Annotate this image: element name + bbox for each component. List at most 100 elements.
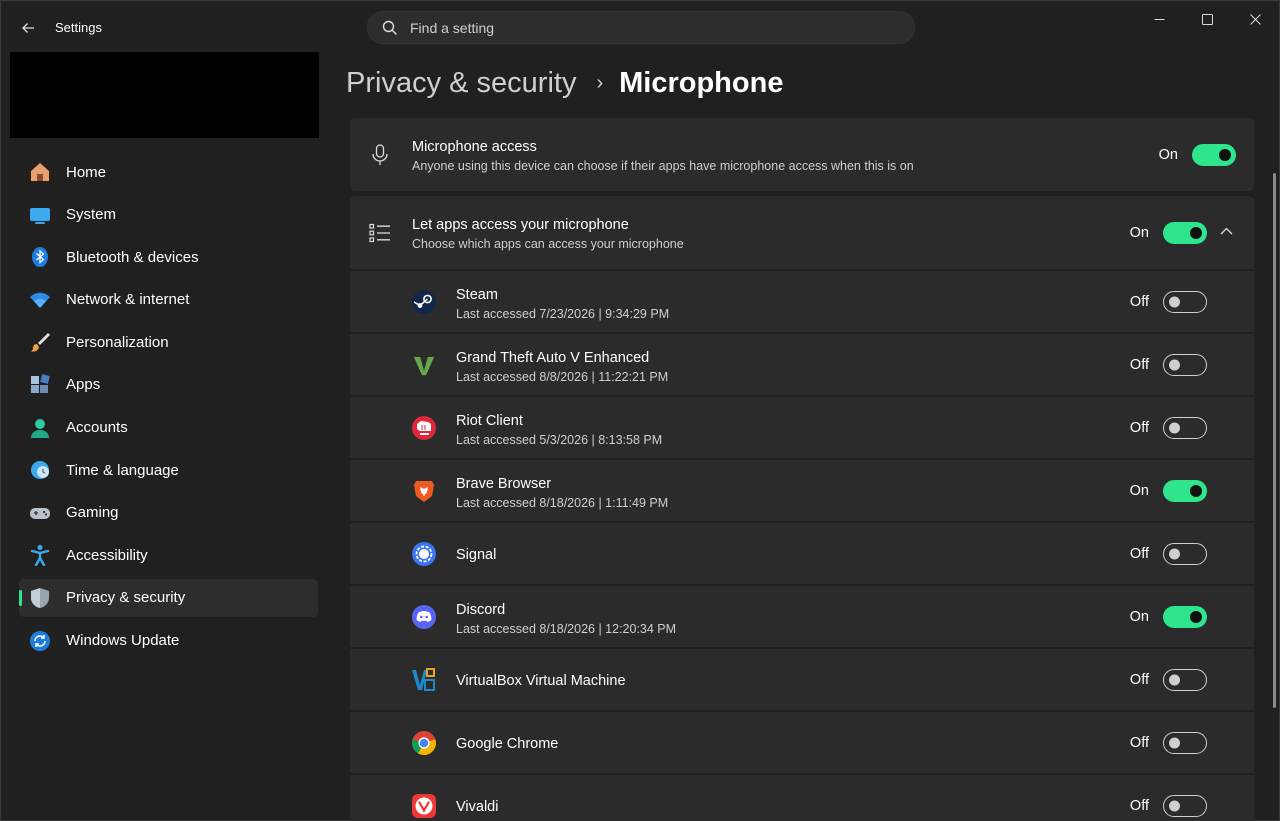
toggle-state-label: On (1158, 147, 1178, 163)
app-row-brave-browser: Brave Browser Last accessed 8/18/2026 | … (350, 460, 1254, 521)
app-row-steam: Steam Last accessed 7/23/2026 | 9:34:29 … (350, 271, 1254, 332)
gta-v-microphone-toggle[interactable] (1163, 354, 1207, 376)
toggle-knob (1169, 296, 1180, 308)
app-last-accessed: Last accessed 8/8/2026 | 11:22:21 PM (456, 370, 669, 384)
time-language-icon (29, 459, 51, 481)
sidebar-item-label: Gaming (66, 504, 119, 522)
app-row-virtualbox: VirtualBox Virtual Machine Off (350, 649, 1254, 710)
search-input[interactable] (410, 19, 890, 36)
gta-v-icon (411, 352, 437, 378)
sidebar-item-windows-update[interactable]: Windows Update (19, 622, 318, 660)
breadcrumb-parent-link[interactable]: Privacy & security (346, 67, 576, 100)
account-profile-card[interactable] (10, 52, 319, 138)
app-row-vivaldi: Vivaldi Off (350, 775, 1254, 821)
sidebar-item-system[interactable]: System (19, 196, 318, 234)
sidebar-item-privacy-security[interactable]: Privacy & security (19, 578, 318, 617)
app-row-gta-v: Grand Theft Auto V Enhanced Last accesse… (350, 334, 1254, 395)
search-box[interactable] (367, 11, 915, 44)
back-arrow-icon (22, 23, 34, 33)
sidebar-item-label: Time & language (66, 461, 179, 479)
microphone-access-title: Microphone access (412, 139, 537, 155)
app-list-icon (368, 221, 392, 245)
sidebar-item-label: System (66, 206, 117, 224)
sidebar-item-bluetooth[interactable]: Bluetooth & devices (19, 238, 318, 276)
riot-client-microphone-toggle[interactable] (1163, 417, 1207, 439)
toggle-state-label: On (1129, 225, 1149, 241)
toggle-state-label: Off (1129, 420, 1149, 436)
personalization-icon (29, 331, 51, 353)
signal-icon (411, 541, 437, 567)
minimize-button[interactable] (1135, 1, 1183, 37)
sidebar-item-accessibility[interactable]: Accessibility (19, 536, 318, 574)
sidebar-item-apps[interactable]: Apps (19, 366, 318, 404)
collapse-chevron-up-icon[interactable] (1216, 221, 1236, 241)
app-name: VirtualBox Virtual Machine (456, 673, 626, 689)
toggle-knob (1190, 485, 1202, 497)
apps-icon (29, 374, 51, 396)
toggle-knob (1169, 422, 1180, 434)
let-apps-access-card[interactable]: Let apps access your microphone Choose w… (350, 196, 1254, 269)
google-chrome-microphone-toggle[interactable] (1163, 732, 1207, 754)
microphone-access-card: Microphone access Anyone using this devi… (350, 118, 1254, 191)
chrome-icon (411, 730, 437, 756)
app-toggle-group: On (1129, 480, 1207, 502)
app-name: Riot Client (456, 413, 523, 429)
sidebar-item-gaming[interactable]: Gaming (19, 494, 318, 532)
toggle-knob (1190, 227, 1202, 239)
content-scrollbar[interactable] (1273, 173, 1276, 708)
microphone-access-description: Anyone using this device can choose if t… (412, 159, 914, 173)
steam-microphone-toggle[interactable] (1163, 291, 1207, 313)
virtualbox-microphone-toggle[interactable] (1163, 669, 1207, 691)
sidebar-item-label: Network & internet (66, 291, 190, 309)
app-name: Vivaldi (456, 799, 499, 815)
breadcrumb-chevron-icon: › (596, 71, 604, 94)
sidebar-item-personalization[interactable]: Personalization (19, 323, 318, 361)
sidebar-item-label: Privacy & security (66, 589, 186, 607)
app-row-google-chrome: Google Chrome Off (350, 712, 1254, 773)
sidebar-nav: Home System Bluetooth & devices Network … (19, 153, 318, 664)
app-toggle-group: Off (1129, 291, 1207, 313)
microphone-access-toggle-group: On (1158, 144, 1236, 166)
toggle-state-label: Off (1129, 294, 1149, 310)
system-icon (29, 204, 51, 226)
discord-icon (411, 604, 437, 630)
sidebar-item-label: Accounts (66, 419, 128, 437)
app-toggle-group: Off (1129, 795, 1207, 817)
toggle-state-label: Off (1129, 672, 1149, 688)
vivaldi-microphone-toggle[interactable] (1163, 795, 1207, 817)
sidebar-item-time-language[interactable]: Time & language (19, 451, 318, 489)
vivaldi-icon (411, 793, 437, 819)
app-last-accessed: Last accessed 8/18/2026 | 1:11:49 PM (456, 496, 669, 510)
sidebar-item-accounts[interactable]: Accounts (19, 409, 318, 447)
app-last-accessed: Last accessed 7/23/2026 | 9:34:29 PM (456, 307, 670, 321)
microphone-access-toggle[interactable] (1192, 144, 1236, 166)
sidebar-item-label: Windows Update (66, 632, 180, 650)
sidebar-item-label: Apps (66, 376, 101, 394)
signal-microphone-toggle[interactable] (1163, 543, 1207, 565)
app-last-accessed: Last accessed 5/3/2026 | 8:13:58 PM (456, 433, 663, 447)
settings-window: Settings Home System (0, 0, 1280, 821)
sidebar-item-label: Personalization (66, 333, 169, 351)
sidebar-item-home[interactable]: Home (19, 153, 318, 191)
app-name: Brave Browser (456, 476, 552, 492)
back-button[interactable] (13, 13, 43, 43)
app-name: Discord (456, 602, 506, 618)
brave-browser-microphone-toggle[interactable] (1163, 480, 1207, 502)
sidebar-item-label: Bluetooth & devices (66, 248, 199, 266)
app-toggle-group: Off (1129, 669, 1207, 691)
app-toggle-group: Off (1129, 417, 1207, 439)
toggle-state-label: On (1129, 609, 1149, 625)
toggle-state-label: On (1129, 483, 1149, 499)
brave-icon (411, 478, 437, 504)
let-apps-access-toggle[interactable] (1163, 222, 1207, 244)
toggle-knob (1219, 149, 1231, 161)
maximize-button[interactable] (1183, 1, 1231, 37)
sidebar-item-network[interactable]: Network & internet (19, 281, 318, 319)
breadcrumb: Privacy & security › Microphone (346, 63, 783, 103)
app-toggle-group: Off (1129, 354, 1207, 376)
discord-microphone-toggle[interactable] (1163, 606, 1207, 628)
accessibility-icon (29, 544, 51, 567)
app-name: Steam (456, 287, 498, 303)
close-button[interactable] (1231, 1, 1279, 37)
app-toggle-group: On (1129, 606, 1207, 628)
